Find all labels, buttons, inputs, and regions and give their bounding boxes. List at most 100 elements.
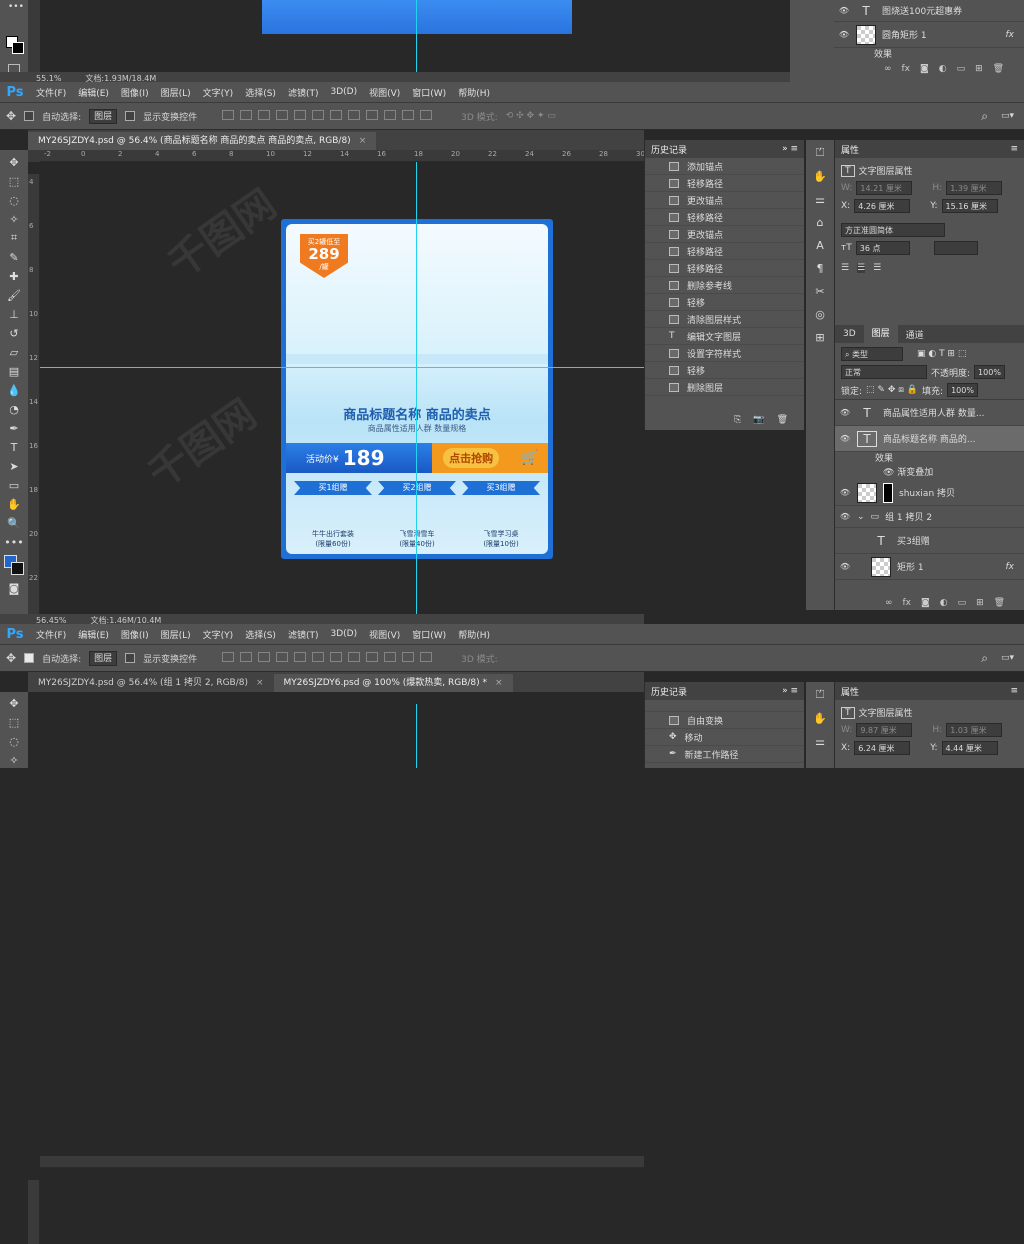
show-transform-checkbox[interactable]: [125, 653, 136, 663]
link-icon[interactable]: ∞: [884, 64, 892, 74]
product-banner-artwork[interactable]: 买2罐低至 289 /罐 商品标题名称 商品的卖点 商品属性适用人群 数量规格 …: [281, 219, 553, 559]
history-item[interactable]: 删除图层: [645, 379, 804, 396]
eye-icon[interactable]: 👁: [839, 562, 851, 571]
y-field[interactable]: 15.16 厘米: [941, 199, 998, 213]
move-tool-icon[interactable]: ✥: [5, 154, 23, 170]
lasso-tool-icon[interactable]: ◌: [5, 192, 23, 208]
menu-filter[interactable]: 滤镜(T): [282, 628, 325, 641]
w-field[interactable]: 14.21 厘米: [856, 181, 913, 195]
character-icon[interactable]: A: [816, 239, 824, 252]
align-center-icon[interactable]: ☰: [857, 263, 866, 273]
folder-icon[interactable]: ▭: [958, 598, 967, 608]
trash-icon[interactable]: 🗑: [993, 64, 1004, 74]
auto-select-checkbox[interactable]: [24, 111, 35, 121]
history-title[interactable]: 历史记录: [651, 143, 687, 156]
marquee-tool-icon[interactable]: ⬚: [5, 715, 23, 731]
history-item[interactable]: ✒ 新建工作路径: [645, 746, 804, 763]
panel-menu-icon[interactable]: ≡: [1010, 686, 1018, 696]
shape-tool-icon[interactable]: ▭: [5, 477, 23, 493]
magic-wand-icon[interactable]: ✧: [5, 752, 23, 768]
path-select-icon[interactable]: ➤: [5, 458, 23, 474]
history-item[interactable]: 删除参考线: [645, 277, 804, 294]
history-item[interactable]: ✥ 移动: [645, 729, 804, 746]
eye-icon[interactable]: 👁: [838, 6, 850, 15]
history-item[interactable]: 自由变换: [645, 712, 804, 729]
panel-menu-icon[interactable]: » ≡: [782, 144, 798, 154]
adjustment-icon[interactable]: ◐: [939, 64, 947, 74]
panel-menu-icon[interactable]: ≡: [1010, 144, 1018, 154]
tab-channels[interactable]: 通道: [898, 328, 932, 341]
menu-filter[interactable]: 滤镜(T): [282, 86, 325, 99]
menu-help[interactable]: 帮助(H): [452, 86, 496, 99]
menu-image[interactable]: 图像(I): [115, 86, 155, 99]
x-field[interactable]: 6.24 厘米: [854, 741, 911, 755]
brush-tool-icon[interactable]: 🖌: [5, 287, 23, 303]
layer-row[interactable]: 👁 T 商品属性适用人群 数量...: [835, 400, 1024, 426]
close-icon[interactable]: ×: [256, 678, 264, 688]
align-buttons[interactable]: [219, 109, 435, 123]
opacity-field[interactable]: 100%: [974, 365, 1005, 379]
workspace-icon[interactable]: ▭▾: [1001, 111, 1014, 121]
tab-layers[interactable]: 图层: [863, 325, 898, 343]
fill-field[interactable]: 100%: [947, 383, 978, 397]
history-item[interactable]: 更改锚点: [645, 192, 804, 209]
brush-dock-icon[interactable]: ✋: [813, 712, 827, 725]
close-icon[interactable]: ×: [359, 136, 367, 146]
fx-icon[interactable]: fx: [1006, 30, 1015, 40]
eye-icon[interactable]: 👁: [838, 30, 850, 39]
history-dock-icon[interactable]: ⏍: [816, 146, 824, 160]
font-family-dropdown[interactable]: 方正准圆简体: [841, 223, 945, 237]
menu-view[interactable]: 视图(V): [363, 628, 406, 641]
tab-document-1[interactable]: MY26SJZDY4.psd @ 56.4% (商品标题名称 商品的卖点 商品的…: [28, 132, 377, 150]
properties-title[interactable]: 属性: [841, 143, 859, 156]
fx-icon[interactable]: fx: [903, 598, 912, 608]
menu-window[interactable]: 窗口(W): [406, 86, 452, 99]
layer-row[interactable]: 👁 shuxian 拷贝: [835, 480, 1024, 506]
magic-wand-icon[interactable]: ✧: [5, 211, 23, 227]
tab-3d[interactable]: 3D: [835, 329, 864, 339]
pen-tool-icon[interactable]: ✒: [5, 420, 23, 436]
3d-icon[interactable]: ◎: [815, 308, 825, 321]
lasso-tool-icon[interactable]: ◌: [5, 734, 23, 750]
lock-icons[interactable]: ⬚ ✎ ✥ ⧈ 🔒: [866, 385, 918, 395]
stamp-tool-icon[interactable]: ⊥: [5, 306, 23, 322]
y-field[interactable]: 4.44 厘米: [941, 741, 998, 755]
move-tool-icon[interactable]: ✥: [5, 696, 23, 712]
blur-tool-icon[interactable]: 💧: [5, 382, 23, 398]
align-buttons[interactable]: [219, 651, 435, 665]
menu-3d[interactable]: 3D(D): [324, 629, 363, 639]
eye-icon[interactable]: 👁: [839, 408, 851, 417]
folder-icon[interactable]: ▭: [957, 64, 966, 74]
layer-row[interactable]: 👁 T 图烧送100元超惠券: [834, 0, 1024, 22]
w-field[interactable]: 9.87 厘米: [856, 723, 913, 737]
more-tools-icon[interactable]: •••: [4, 534, 23, 550]
history-dock-icon[interactable]: ⏍: [816, 688, 824, 702]
menu-help[interactable]: 帮助(H): [452, 628, 496, 641]
h-field[interactable]: 1.03 厘米: [946, 723, 1003, 737]
search-icon[interactable]: ⌕: [981, 109, 988, 124]
history-title[interactable]: 历史记录: [651, 685, 687, 698]
filter-icons[interactable]: ▣ ◐ T ⊞ ⬚: [917, 349, 966, 359]
menu-type[interactable]: 文字(Y): [197, 86, 240, 99]
mask-icon[interactable]: ◙: [920, 64, 929, 74]
background-color-swatch[interactable]: [11, 562, 24, 575]
layer-mask-thumbnail[interactable]: [883, 482, 893, 503]
eraser-icon[interactable]: ▱: [5, 344, 23, 360]
history-item[interactable]: 轻移路径: [645, 260, 804, 277]
layer-row[interactable]: 👁 圆角矩形 1 fx: [834, 22, 1024, 48]
history-item[interactable]: 轻移路径: [645, 209, 804, 226]
tool-preset-icon[interactable]: ⌂: [817, 216, 824, 229]
menu-edit[interactable]: 编辑(E): [72, 628, 115, 641]
guide-vertical[interactable]: [416, 162, 417, 614]
close-icon[interactable]: ×: [495, 678, 503, 688]
new-layer-icon[interactable]: ⊞: [976, 598, 984, 608]
gradient-tool-icon[interactable]: ▤: [5, 363, 23, 379]
properties-title[interactable]: 属性: [841, 685, 859, 698]
history-item[interactable]: 更改锚点: [645, 226, 804, 243]
mask-icon[interactable]: ◙: [921, 598, 930, 608]
new-layer-icon[interactable]: ⊞: [975, 64, 983, 74]
font-color-field[interactable]: [933, 241, 978, 255]
history-item-partial[interactable]: [645, 700, 804, 712]
menu-select[interactable]: 选择(S): [239, 628, 282, 641]
history-item[interactable]: 轻移路径: [645, 175, 804, 192]
